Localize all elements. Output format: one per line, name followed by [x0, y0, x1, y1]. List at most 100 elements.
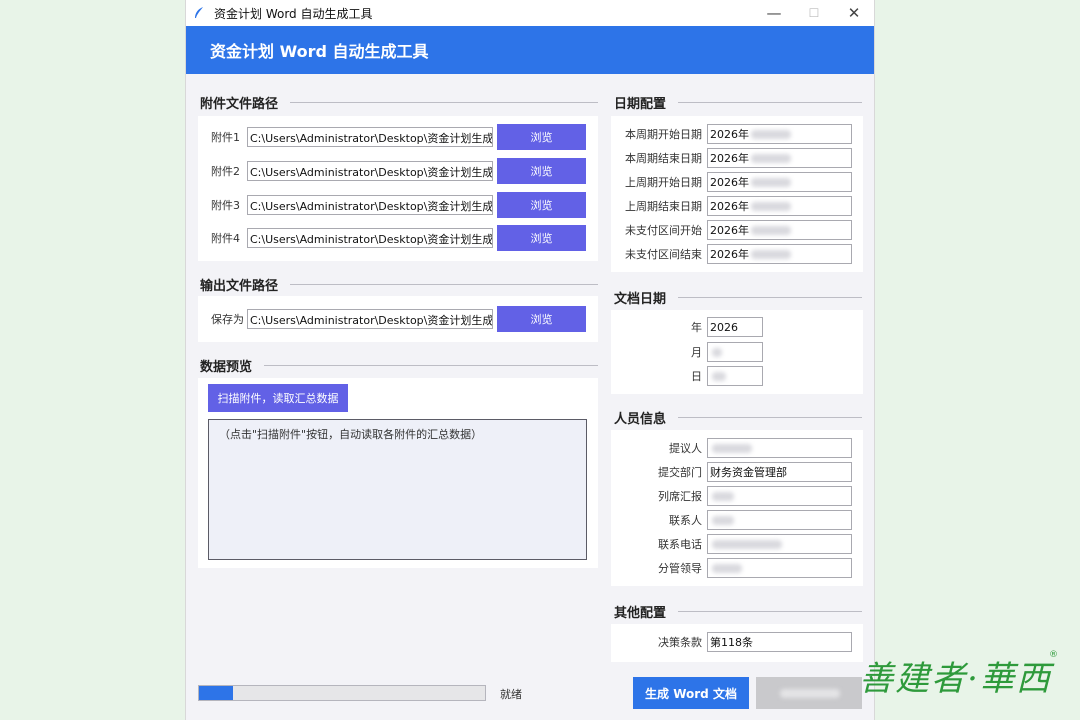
- person-field[interactable]: [707, 534, 852, 554]
- day-field[interactable]: [707, 366, 763, 386]
- browse-button[interactable]: 浏览: [497, 225, 586, 251]
- minimize-button[interactable]: —: [754, 0, 794, 26]
- date-value: 2026年: [710, 200, 749, 213]
- date-field[interactable]: 2026年: [707, 124, 852, 144]
- date-label: 未支付区间开始: [625, 224, 702, 237]
- output-browse-button[interactable]: 浏览: [497, 306, 586, 332]
- header-title: 资金计划 Word 自动生成工具: [210, 42, 429, 61]
- date-value: 2026年: [710, 248, 749, 261]
- dates-section-title: 日期配置: [614, 93, 862, 112]
- divider: [264, 365, 598, 366]
- output-title-text: 输出文件路径: [200, 279, 279, 294]
- other-section-title: 其他配置: [614, 602, 862, 621]
- person-label: 分管领导: [658, 562, 702, 575]
- attachment-row-1: 附件1 C:\Users\Administrator\Desktop\资金计划生…: [202, 124, 586, 150]
- date-row: 上周期结束日期 2026年: [614, 196, 852, 216]
- person-field[interactable]: [707, 438, 852, 458]
- month-label: 月: [691, 346, 702, 359]
- other-title-text: 其他配置: [614, 606, 667, 621]
- browse-button[interactable]: 浏览: [497, 192, 586, 218]
- generate-word-button[interactable]: 生成 Word 文档: [633, 677, 749, 709]
- window-title: 资金计划 Word 自动生成工具: [214, 6, 373, 21]
- people-title-text: 人员信息: [614, 412, 667, 427]
- status-text: 就绪: [500, 688, 522, 701]
- output-path-input[interactable]: C:\Users\Administrator\Desktop\资金计划生成: [247, 309, 493, 329]
- progress-bar: [198, 685, 486, 701]
- date-label: 上周期开始日期: [625, 176, 702, 189]
- year-row: 年 2026: [614, 317, 763, 337]
- person-row: 列席汇报: [614, 486, 852, 506]
- date-row: 本周期结束日期 2026年: [614, 148, 852, 168]
- app-window: 资金计划 Word 自动生成工具 — ☐ ✕ 资金计划 Word 自动生成工具 …: [185, 0, 875, 720]
- scan-attachments-button[interactable]: 扫描附件，读取汇总数据: [208, 384, 348, 412]
- date-value: 2026年: [710, 128, 749, 141]
- date-field[interactable]: 2026年: [707, 196, 852, 216]
- person-label: 联系人: [669, 514, 702, 527]
- app-header: 资金计划 Word 自动生成工具: [186, 26, 874, 74]
- output-row: 保存为 C:\Users\Administrator\Desktop\资金计划生…: [202, 306, 586, 332]
- maximize-button[interactable]: ☐: [794, 0, 834, 26]
- person-label: 提交部门: [658, 466, 702, 479]
- date-label: 上周期结束日期: [625, 200, 702, 213]
- attachment-path-input[interactable]: C:\Users\Administrator\Desktop\资金计划生成: [247, 161, 493, 181]
- date-value: 2026年: [710, 176, 749, 189]
- date-field[interactable]: 2026年: [707, 244, 852, 264]
- date-label: 本周期开始日期: [625, 128, 702, 141]
- month-field[interactable]: [707, 342, 763, 362]
- brand-watermark: 善建者·華西: [859, 659, 1052, 699]
- attachment-label: 附件2: [211, 165, 240, 178]
- person-field[interactable]: 财务资金管理部: [707, 462, 852, 482]
- disabled-action-button[interactable]: [756, 677, 862, 709]
- person-field[interactable]: [707, 486, 852, 506]
- attachment-path-input[interactable]: C:\Users\Administrator\Desktop\资金计划生成: [247, 127, 493, 147]
- date-field[interactable]: 2026年: [707, 148, 852, 168]
- preview-textarea[interactable]: （点击"扫描附件"按钮，自动读取各附件的汇总数据）: [208, 419, 587, 560]
- person-row: 提交部门 财务资金管理部: [614, 462, 852, 482]
- attachment-label: 附件1: [211, 131, 240, 144]
- browse-button[interactable]: 浏览: [497, 158, 586, 184]
- date-row: 本周期开始日期 2026年: [614, 124, 852, 144]
- close-button[interactable]: ✕: [834, 0, 874, 26]
- browse-button[interactable]: 浏览: [497, 124, 586, 150]
- date-value: 2026年: [710, 152, 749, 165]
- preview-section-title: 数据预览: [200, 356, 598, 375]
- clause-field[interactable]: 第118条: [707, 632, 852, 652]
- day-label: 日: [691, 370, 702, 383]
- attachment-row-4: 附件4 C:\Users\Administrator\Desktop\资金计划生…: [202, 225, 586, 251]
- attachment-row-3: 附件3 C:\Users\Administrator\Desktop\资金计划生…: [202, 192, 586, 218]
- divider: [678, 102, 862, 103]
- attachment-label: 附件3: [211, 199, 240, 212]
- preview-hint: （点击"扫描附件"按钮，自动读取各附件的汇总数据）: [219, 428, 483, 441]
- title-bar: 资金计划 Word 自动生成工具 — ☐ ✕: [186, 0, 874, 26]
- people-section-title: 人员信息: [614, 408, 862, 427]
- attachment-path-input[interactable]: C:\Users\Administrator\Desktop\资金计划生成: [247, 228, 493, 248]
- preview-title-text: 数据预览: [200, 360, 253, 375]
- clause-row: 决策条款 第118条: [614, 632, 852, 652]
- date-field[interactable]: 2026年: [707, 172, 852, 192]
- year-field[interactable]: 2026: [707, 317, 763, 337]
- progress-fill: [199, 686, 234, 700]
- divider: [678, 297, 862, 298]
- person-field[interactable]: [707, 510, 852, 530]
- attachment-label: 附件4: [211, 232, 240, 245]
- attachment-path-input[interactable]: C:\Users\Administrator\Desktop\资金计划生成: [247, 195, 493, 215]
- feather-icon: [195, 7, 203, 18]
- doc-date-section-title: 文档日期: [614, 288, 862, 307]
- clause-label: 决策条款: [658, 636, 702, 649]
- date-value: 2026年: [710, 224, 749, 237]
- attachment-row-2: 附件2 C:\Users\Administrator\Desktop\资金计划生…: [202, 158, 586, 184]
- date-label: 未支付区间结束: [625, 248, 702, 261]
- date-label: 本周期结束日期: [625, 152, 702, 165]
- person-row: 提议人: [614, 438, 852, 458]
- person-row: 联系人: [614, 510, 852, 530]
- divider: [290, 102, 598, 103]
- date-row: 未支付区间结束 2026年: [614, 244, 852, 264]
- attachments-section-title: 附件文件路径: [200, 93, 598, 112]
- date-field[interactable]: 2026年: [707, 220, 852, 240]
- person-row: 分管领导: [614, 558, 852, 578]
- divider: [678, 417, 862, 418]
- person-field[interactable]: [707, 558, 852, 578]
- day-row: 日: [614, 366, 763, 386]
- doc-date-title-text: 文档日期: [614, 292, 667, 307]
- date-row: 上周期开始日期 2026年: [614, 172, 852, 192]
